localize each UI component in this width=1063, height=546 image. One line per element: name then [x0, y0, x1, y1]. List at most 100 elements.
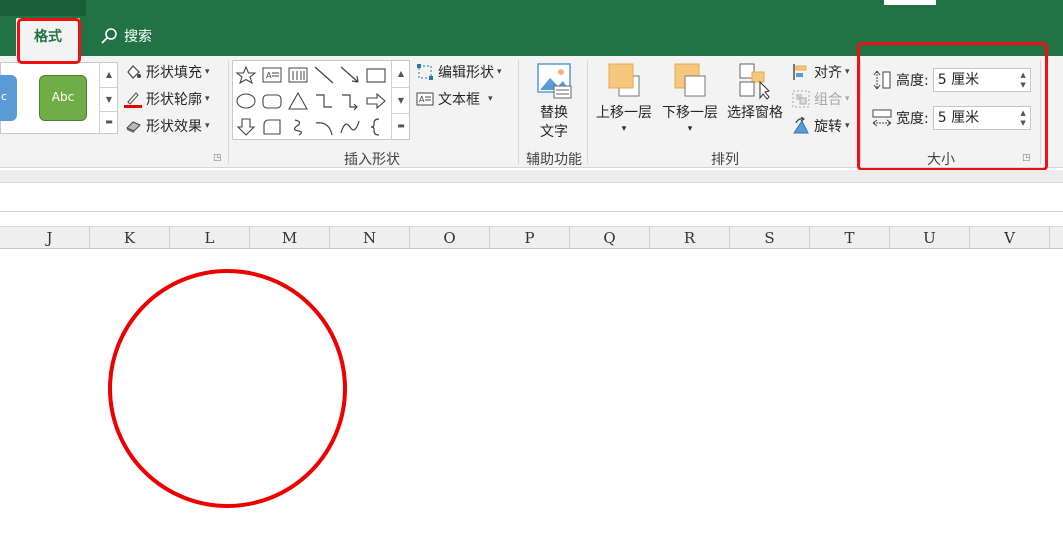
send-backward-label: 下移一层	[662, 105, 718, 121]
align-button[interactable]: 对齐 ▾	[792, 62, 850, 82]
column-header-p[interactable]: P	[490, 227, 570, 249]
rounded-rectangle-shape-icon[interactable]	[261, 91, 283, 111]
rotate-button[interactable]: 旋转 ▾	[792, 116, 850, 136]
shape-fill-button[interactable]: 形状填充 ▾	[124, 62, 210, 82]
shape-effects-button[interactable]: 形状效果 ▾	[124, 116, 210, 136]
chevron-down-icon: ▾	[497, 67, 502, 77]
ribbon-separator	[587, 60, 588, 164]
chevron-down-icon: ▾	[205, 94, 210, 104]
triangle-shape-icon[interactable]	[287, 91, 309, 111]
chevron-down-icon: ▾	[845, 67, 850, 77]
shape-style-green-text: Abc	[51, 90, 75, 104]
star-shape-icon[interactable]	[235, 65, 257, 85]
insert-shapes-group-label: 插入形状	[344, 152, 400, 168]
ribbon-separator	[518, 60, 519, 164]
accessibility-group-label: 辅助功能	[526, 152, 582, 168]
shapes-gallery[interactable]: A ▲ ▼ ▬	[232, 60, 410, 140]
group-label: 组合	[814, 92, 842, 108]
shapes-scroll-down[interactable]: ▼	[391, 87, 410, 113]
rectangle-shape-icon[interactable]	[365, 65, 387, 85]
selection-pane-button[interactable]: 选择窗格	[724, 62, 786, 123]
textbox-button[interactable]: A 文本框 ▾	[416, 89, 493, 109]
column-header-n[interactable]: N	[330, 227, 410, 249]
column-header-r[interactable]: R	[650, 227, 730, 249]
chevron-down-icon: ▾	[621, 124, 627, 134]
group-button[interactable]: 组合 ▾	[792, 89, 850, 109]
chevron-down-icon: ▾	[205, 67, 210, 77]
send-backward-button[interactable]: 下移一层 ▾	[660, 62, 720, 135]
svg-text:A: A	[419, 95, 425, 104]
formula-bar[interactable]	[0, 182, 1063, 212]
alt-text-label-line2: 文字	[540, 124, 568, 140]
tell-me-search[interactable]: 搜索	[100, 25, 152, 47]
group-icon	[792, 90, 810, 108]
shapes-scroll-up[interactable]: ▲	[391, 61, 410, 87]
search-label: 搜索	[124, 29, 152, 45]
column-header-v[interactable]: V	[970, 227, 1050, 249]
bring-forward-icon	[607, 62, 641, 100]
format-tab-highlight	[17, 18, 81, 64]
gallery-scroll-up[interactable]: ▲	[99, 63, 118, 87]
edit-shape-button[interactable]: 编辑形状 ▾	[416, 62, 502, 82]
elbow-arrow-shape-icon[interactable]	[339, 91, 361, 111]
shape-style-green[interactable]: Abc	[39, 75, 87, 121]
alt-text-button[interactable]: 替换 文字	[528, 62, 580, 142]
shape-effects-label: 形状效果	[146, 119, 202, 135]
elbow-connector-shape-icon[interactable]	[313, 91, 335, 111]
ribbon-separator	[228, 60, 229, 164]
align-label: 对齐	[814, 65, 842, 81]
align-icon	[792, 63, 810, 81]
size-group-highlight	[857, 42, 1048, 171]
column-header-k[interactable]: K	[90, 227, 170, 249]
edit-shape-icon	[416, 63, 434, 81]
column-header-l[interactable]: L	[170, 227, 250, 249]
shape-style-blue[interactable]: c	[0, 75, 17, 121]
send-backward-icon	[673, 62, 707, 100]
arc-shape-icon[interactable]	[313, 117, 335, 137]
column-headers: JKLMNOPQRSTUV	[0, 226, 1063, 249]
chevron-down-icon: ▾	[488, 94, 493, 104]
title-white-chip	[884, 0, 936, 5]
shape-effects-icon	[124, 117, 142, 135]
edit-shape-label: 编辑形状	[438, 65, 494, 81]
search-icon	[101, 28, 117, 44]
arrange-group-label: 排列	[711, 152, 739, 168]
line-shape-icon[interactable]	[313, 65, 335, 85]
wave-curve-shape-icon[interactable]	[339, 117, 361, 137]
down-arrow-shape-icon[interactable]	[235, 117, 257, 137]
shape-styles-gallery[interactable]: c Abc ▲ ▼ ▬	[0, 62, 118, 134]
shape-outline-label: 形状轮廓	[146, 92, 202, 108]
column-header-j[interactable]: J	[10, 227, 90, 249]
alt-text-icon	[536, 62, 572, 100]
alt-text-label-line1: 替换	[540, 105, 568, 121]
flowchart-shape-icon[interactable]	[261, 117, 283, 137]
textbox-shape-icon[interactable]: A	[261, 65, 283, 85]
shape-outline-button[interactable]: 形状轮廓 ▾	[124, 89, 210, 109]
chevron-down-icon: ▾	[205, 121, 210, 131]
title-dark-block	[0, 0, 86, 16]
selection-pane-label: 选择窗格	[727, 105, 783, 121]
column-header-m[interactable]: M	[250, 227, 330, 249]
textbox-label: 文本框	[438, 92, 480, 108]
column-header-q[interactable]: Q	[570, 227, 650, 249]
dialog-launcher-icon[interactable]: ◳	[213, 153, 223, 163]
column-header-o[interactable]: O	[410, 227, 490, 249]
shapes-more[interactable]: ▬	[391, 113, 410, 140]
bring-forward-button[interactable]: 上移一层 ▾	[594, 62, 654, 135]
shape-fill-icon	[124, 63, 142, 81]
brace-shape-icon[interactable]	[365, 117, 387, 137]
freeform-scribble-shape-icon[interactable]	[287, 117, 309, 137]
circle-shape[interactable]	[108, 269, 347, 508]
rotate-label: 旋转	[814, 119, 842, 135]
gallery-scroll-down[interactable]: ▼	[99, 87, 118, 111]
column-header-t[interactable]: T	[810, 227, 890, 249]
gallery-more[interactable]: ▬	[99, 111, 118, 134]
vertical-textbox-shape-icon[interactable]	[287, 65, 309, 85]
oval-shape-icon[interactable]	[235, 91, 257, 111]
chevron-down-icon: ▾	[687, 124, 693, 134]
column-header-s[interactable]: S	[730, 227, 810, 249]
right-arrow-shape-icon[interactable]	[365, 91, 387, 111]
arrow-line-shape-icon[interactable]	[339, 65, 361, 85]
column-header-u[interactable]: U	[890, 227, 970, 249]
selection-pane-icon	[738, 62, 772, 100]
